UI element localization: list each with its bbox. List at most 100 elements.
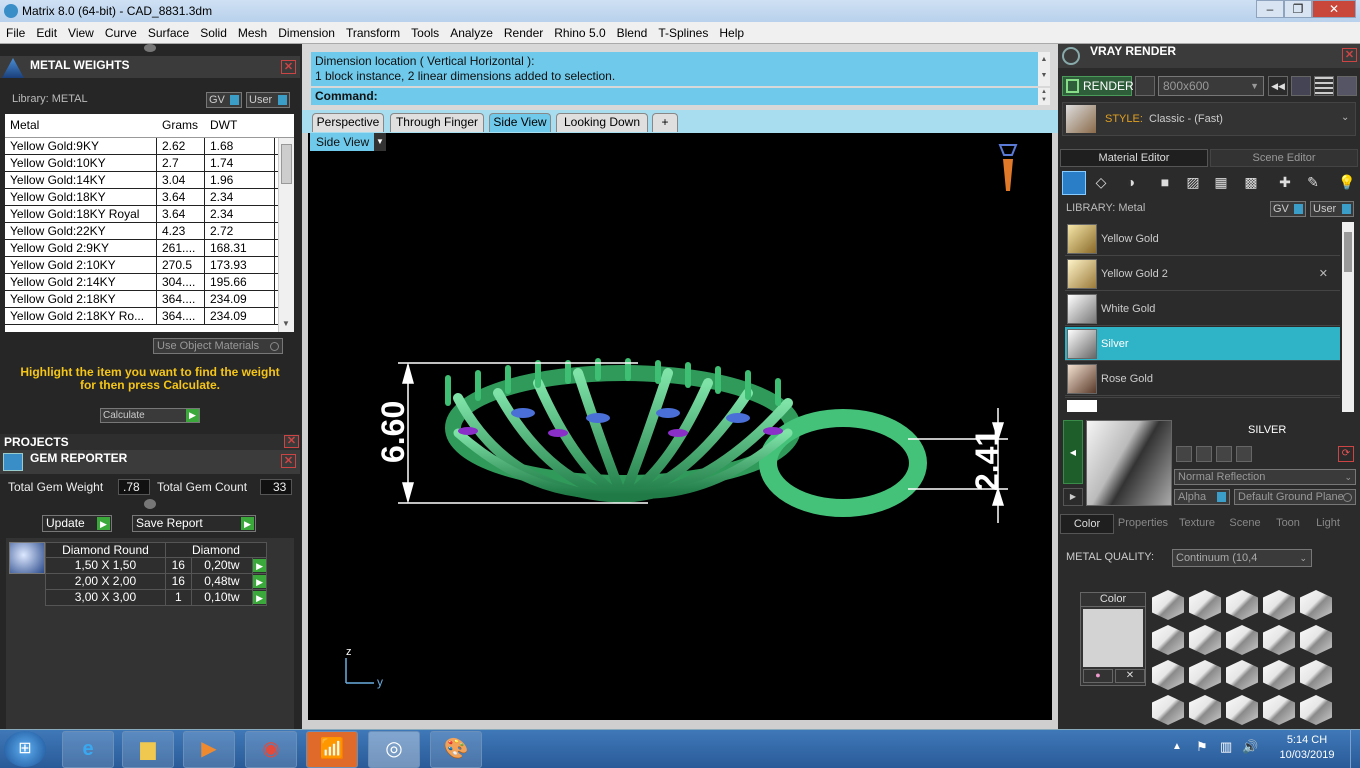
subtab-toon[interactable]: Toon <box>1268 514 1308 534</box>
table-row[interactable]: 3,00 X 3,00 1 0,10tw ▶ <box>45 590 267 606</box>
material-item[interactable]: Silver <box>1065 327 1340 361</box>
table-row[interactable]: 1,50 X 1,50 16 0,20tw ▶ <box>45 558 267 574</box>
finish-preset[interactable] <box>1189 660 1221 690</box>
finish-preset[interactable] <box>1300 695 1332 725</box>
checker-icon[interactable]: ▩ <box>1240 171 1262 193</box>
table-row[interactable]: 2,00 X 2,00 16 0,48tw ▶ <box>45 574 267 590</box>
table-row[interactable]: Yellow Gold 2:18KY Ro... 364.... 234.09 <box>5 308 294 325</box>
clear-color-icon[interactable]: ✕ <box>1115 669 1145 683</box>
menu-curve[interactable]: Curve <box>99 22 142 40</box>
start-button[interactable]: ⊞ <box>4 731 46 767</box>
alpha-toggle[interactable]: Alpha <box>1174 489 1230 505</box>
play-icon[interactable]: ▶ <box>253 575 266 588</box>
sphere-icon[interactable]: ◑ <box>1120 171 1142 193</box>
menu-solid[interactable]: Solid <box>194 22 232 40</box>
tab-side-view[interactable]: Side View <box>489 113 551 132</box>
chrome-icon[interactable]: ◉ <box>245 731 297 768</box>
material-item[interactable]: Yellow Gold <box>1065 222 1340 256</box>
menu-tsplines[interactable]: T-Splines <box>652 22 713 40</box>
scroll-thumb[interactable] <box>281 144 292 184</box>
use-object-materials-toggle[interactable]: Use Object Materials <box>153 338 283 354</box>
media-player-icon[interactable]: ▶ <box>183 731 235 768</box>
gv-toggle[interactable]: GV <box>1270 201 1306 217</box>
finish-preset[interactable] <box>1300 625 1332 655</box>
play-icon[interactable]: ▶ <box>253 559 266 572</box>
table-row[interactable]: Yellow Gold 2:9KY 261.... 168.31 <box>5 240 294 257</box>
style-row[interactable]: STYLE: Classic - (Fast) ⌄ <box>1062 102 1356 136</box>
action-center-icon[interactable]: ⚑ <box>1196 739 1208 755</box>
clock[interactable]: 5:14 CH 10/03/2019 <box>1272 733 1342 763</box>
copy-icon[interactable] <box>1196 446 1212 462</box>
plane-icon[interactable]: ■ <box>1154 171 1176 193</box>
subtab-scene[interactable]: Scene <box>1222 514 1268 534</box>
subtab-properties[interactable]: Properties <box>1114 514 1172 534</box>
finish-preset[interactable] <box>1226 695 1258 725</box>
metal-icon[interactable] <box>1062 171 1086 195</box>
finish-preset[interactable] <box>1226 590 1258 620</box>
menu-transform[interactable]: Transform <box>340 22 405 40</box>
viewport[interactable]: Side View ▼ 6.60 2.41 z y <box>302 133 1058 730</box>
add-tab-button[interactable]: + <box>652 113 678 132</box>
finish-preset[interactable] <box>1263 625 1295 655</box>
show-desktop-button[interactable] <box>1350 729 1360 768</box>
finish-preset[interactable] <box>1226 625 1258 655</box>
finish-preset[interactable] <box>1152 625 1184 655</box>
table-row[interactable]: Yellow Gold:18KY 3.64 2.34 <box>5 189 294 206</box>
table-row[interactable]: Yellow Gold 2:18KY 364.... 234.09 <box>5 291 294 308</box>
material-item[interactable]: Yellow Gold 2 ✕ <box>1065 257 1340 291</box>
material-list-scrollbar[interactable] <box>1342 222 1354 412</box>
close-button[interactable]: ✕ <box>1312 0 1356 18</box>
column-header[interactable]: Metal <box>5 114 157 137</box>
menu-blend[interactable]: Blend <box>611 22 653 40</box>
scrollbar[interactable]: ▼ <box>278 138 294 332</box>
grid-icon[interactable] <box>1337 76 1357 96</box>
color-swatch[interactable] <box>1083 609 1143 667</box>
close-icon[interactable]: ✕ <box>1342 48 1357 62</box>
save-report-button[interactable]: Save Report ▶ <box>132 515 256 532</box>
table-row[interactable]: Yellow Gold:9KY 2.62 1.68 <box>5 138 294 155</box>
collapse-handle[interactable] <box>144 499 156 509</box>
internet-explorer-icon[interactable]: e <box>62 731 114 768</box>
export-icon[interactable] <box>1216 446 1232 462</box>
list-icon[interactable] <box>1314 76 1334 96</box>
command-input-scroll[interactable]: ▲ ▼ <box>1038 88 1050 105</box>
gem-icon[interactable]: ◇ <box>1090 171 1112 193</box>
tab-looking-down[interactable]: Looking Down <box>556 113 648 132</box>
command-scroll[interactable]: ▲ ▼ <box>1038 52 1050 86</box>
table-row[interactable]: Yellow Gold:22KY 4.23 2.72 <box>5 223 294 240</box>
render-button[interactable]: RENDER <box>1062 76 1134 96</box>
scroll-thumb[interactable] <box>1344 232 1352 272</box>
finish-preset[interactable] <box>1263 660 1295 690</box>
rewind-icon[interactable]: ◀◀ <box>1268 76 1288 96</box>
menu-surface[interactable]: Surface <box>142 22 194 40</box>
color-picker-icon[interactable]: ● <box>1083 669 1113 683</box>
table-row[interactable]: Yellow Gold:10KY 2.7 1.74 <box>5 155 294 172</box>
ground-plane-select[interactable]: Default Ground Plane <box>1234 489 1356 505</box>
pattern-icon[interactable]: ▦ <box>1210 171 1232 193</box>
finish-preset[interactable] <box>1300 660 1332 690</box>
menu-dimension[interactable]: Dimension <box>272 22 340 40</box>
material-add-icon[interactable]: ✚ <box>1274 171 1296 193</box>
save-icon[interactable] <box>1176 446 1192 462</box>
tab-scene-editor[interactable]: Scene Editor <box>1210 149 1358 167</box>
tenda-icon[interactable]: 📶 <box>306 731 358 768</box>
texture-icon[interactable]: ▨ <box>1182 171 1204 193</box>
close-icon[interactable]: ✕ <box>281 454 296 468</box>
import-icon[interactable] <box>1236 446 1252 462</box>
reflection-select[interactable]: Normal Reflection ⌄ <box>1174 469 1356 485</box>
matrix-app-icon[interactable]: ◎ <box>368 731 420 768</box>
close-icon[interactable]: ✕ <box>281 60 296 74</box>
light-icon[interactable]: 💡 <box>1336 171 1358 193</box>
menu-tools[interactable]: Tools <box>405 22 444 40</box>
column-header[interactable]: Grams <box>157 114 205 137</box>
refresh-icon[interactable]: ⟳ <box>1338 446 1354 462</box>
finish-preset[interactable] <box>1189 695 1221 725</box>
tray-expand-icon[interactable]: ▲ <box>1172 741 1182 752</box>
material-edit-icon[interactable]: ✎ <box>1302 171 1324 193</box>
table-row[interactable]: Yellow Gold 2:10KY 270.5 173.93 <box>5 257 294 274</box>
table-row[interactable]: Yellow Gold 2:14KY 304.... 195.66 <box>5 274 294 291</box>
menu-rhino[interactable]: Rhino 5.0 <box>548 22 610 40</box>
material-item[interactable]: White Gold <box>1065 292 1340 326</box>
calculate-button[interactable]: Calculate ▶ <box>100 408 200 423</box>
tab-material-editor[interactable]: Material Editor <box>1060 149 1208 167</box>
